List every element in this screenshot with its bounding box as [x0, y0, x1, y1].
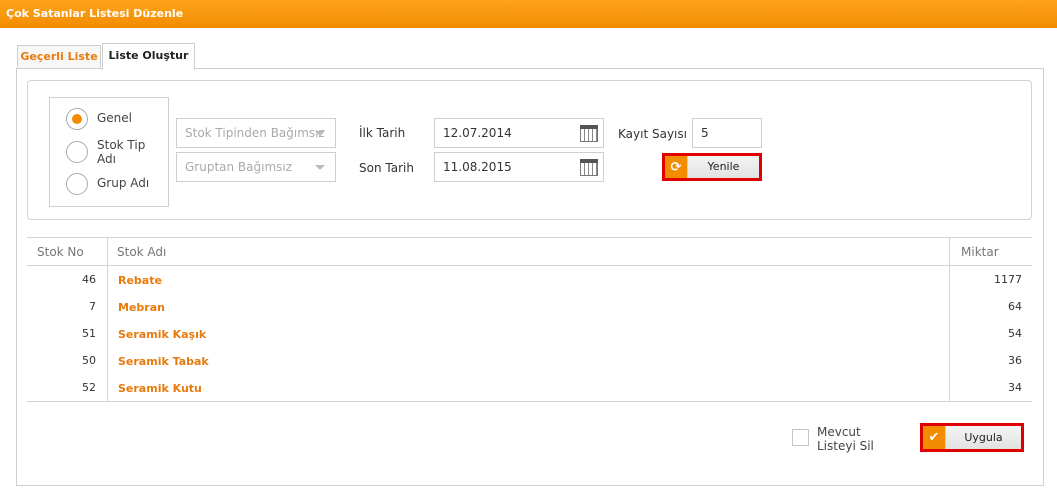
clear-list-checkbox[interactable] [792, 429, 809, 446]
calendar-icon[interactable] [580, 125, 598, 142]
group-select[interactable]: Gruptan Bağımsız [176, 152, 336, 182]
end-date-label: Son Tarih [359, 161, 414, 175]
radio-stock-type-label: Stok Tip Adı [97, 138, 146, 166]
apply-button-label: Uygula [945, 426, 1021, 449]
radio-stock-type-circle[interactable] [66, 141, 88, 163]
chevron-down-icon [315, 165, 325, 170]
refresh-button-label: Yenile [687, 156, 759, 178]
tab-current-list[interactable]: Geçerli Liste [17, 45, 101, 69]
cell-quantity: 64 [1008, 300, 1022, 313]
cell-quantity: 34 [1008, 381, 1022, 394]
clear-list-label: Mevcut Listeyi Sil [817, 425, 874, 453]
start-date-value: 12.07.2014 [443, 126, 512, 140]
table-border-bottom [27, 401, 1032, 402]
window-title: Çok Satanlar Listesi Düzenle [0, 0, 1057, 28]
grouping-radio-group: Genel Stok Tip Adı Grup Adı [49, 97, 169, 207]
radio-general[interactable]: Genel [66, 108, 167, 130]
cell-quantity: 54 [1008, 327, 1022, 340]
radio-group-name-label: Grup Adı [97, 176, 150, 190]
cell-stock-name[interactable]: Seramik Tabak [118, 355, 209, 368]
group-select-value: Gruptan Bağımsız [185, 160, 293, 174]
cell-stock-no: 51 [82, 327, 96, 340]
radio-group-name-circle[interactable] [66, 173, 88, 195]
cell-stock-name[interactable]: Seramik Kaşık [118, 328, 206, 341]
table-border-top [27, 237, 1032, 238]
column-header-stock-name[interactable]: Stok Adı [117, 245, 166, 259]
calendar-icon[interactable] [580, 159, 598, 176]
radio-general-label: Genel [97, 111, 133, 125]
radio-group-name[interactable]: Grup Adı [66, 173, 167, 195]
cell-stock-name[interactable]: Mebran [118, 301, 165, 314]
filter-box [27, 80, 1032, 220]
start-date-label: İlk Tarih [359, 126, 406, 140]
start-date-input[interactable]: 12.07.2014 [434, 118, 604, 148]
table-header-divider [27, 265, 1032, 266]
radio-stock-type[interactable]: Stok Tip Adı [66, 138, 153, 166]
column-header-stock-no[interactable]: Stok No [37, 245, 84, 259]
cell-stock-name[interactable]: Rebate [118, 274, 162, 287]
cell-quantity: 1177 [994, 273, 1022, 286]
cell-quantity: 36 [1008, 354, 1022, 367]
refresh-button[interactable]: ⟳ Yenile [662, 153, 762, 181]
end-date-value: 11.08.2015 [443, 160, 512, 174]
refresh-icon: ⟳ [665, 156, 687, 178]
check-icon: ✔ [923, 426, 945, 449]
apply-button[interactable]: ✔ Uygula [920, 423, 1024, 452]
record-count-label: Kayıt Sayısı [618, 127, 687, 141]
record-count-value: 5 [701, 126, 709, 140]
cell-stock-no: 52 [82, 381, 96, 394]
stock-type-select[interactable]: Stok Tipinden Bağımsız [176, 118, 336, 148]
cell-stock-no: 7 [89, 300, 96, 313]
stock-type-select-value: Stok Tipinden Bağımsız [185, 126, 325, 140]
cell-stock-name[interactable]: Seramik Kutu [118, 382, 202, 395]
chevron-down-icon [315, 131, 325, 136]
radio-general-circle[interactable] [66, 108, 88, 130]
record-count-input[interactable]: 5 [692, 118, 762, 148]
tab-create-list[interactable]: Liste Oluştur [102, 43, 195, 70]
column-header-quantity[interactable]: Miktar [961, 245, 999, 259]
column-divider [949, 237, 950, 402]
end-date-input[interactable]: 11.08.2015 [434, 152, 604, 182]
cell-stock-no: 46 [82, 273, 96, 286]
cell-stock-no: 50 [82, 354, 96, 367]
column-divider [107, 237, 108, 402]
